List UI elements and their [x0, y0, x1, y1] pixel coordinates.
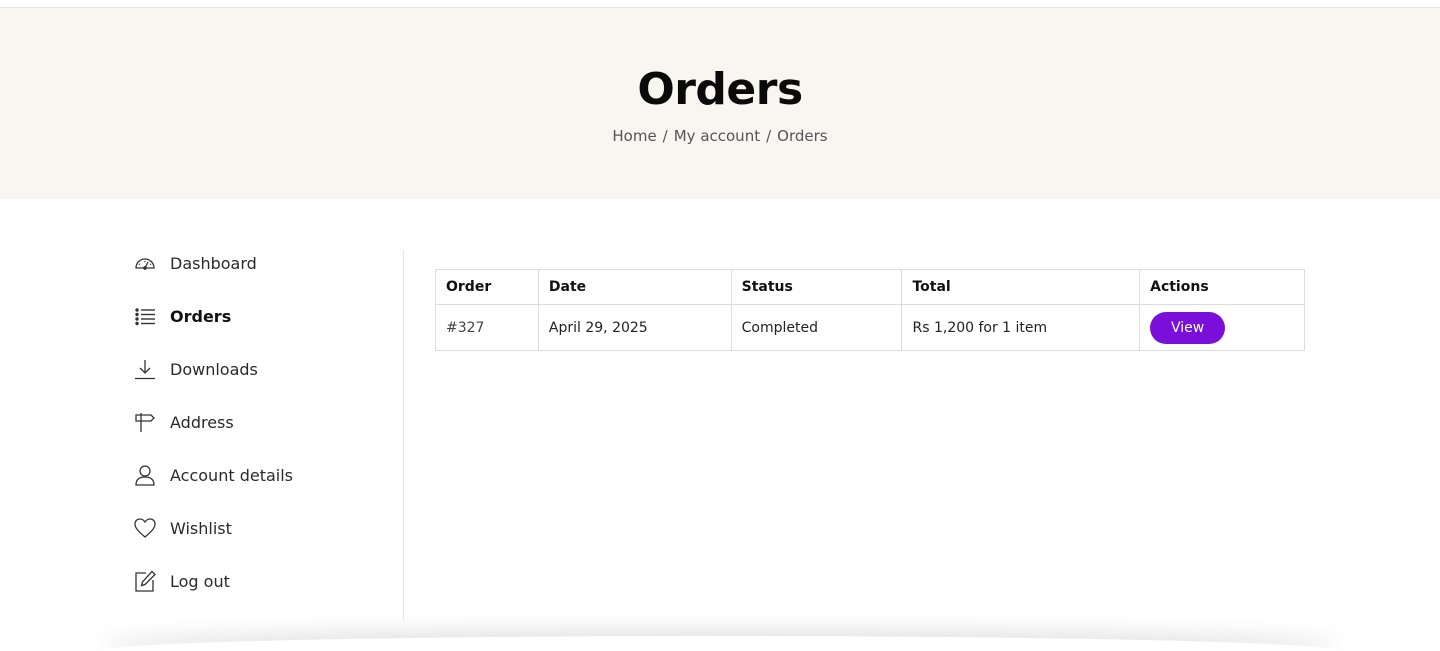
- sidebar-item-dashboard[interactable]: Dashboard: [134, 249, 257, 277]
- column-header-total: Total: [901, 269, 1141, 305]
- sidebar-item-label: Address: [170, 412, 234, 432]
- list-icon: [134, 305, 156, 327]
- sidebar-item-address[interactable]: Address: [134, 408, 234, 436]
- order-total: Rs 1,200 for 1 item: [901, 304, 1141, 351]
- breadcrumb-home[interactable]: Home: [612, 127, 656, 145]
- sidebar-item-label: Orders: [170, 306, 232, 326]
- sidebar-item-label: Log out: [170, 571, 230, 591]
- column-header-actions: Actions: [1139, 269, 1305, 305]
- view-order-button[interactable]: View: [1150, 311, 1226, 344]
- order-actions: View: [1139, 304, 1305, 351]
- top-border: [0, 0, 1440, 8]
- order-number-link[interactable]: #327: [435, 304, 539, 351]
- column-header-status: Status: [730, 269, 903, 305]
- table-row: #327 April 29, 2025 Completed Rs 1,200 f…: [435, 304, 1305, 351]
- sidebar-item-label: Dashboard: [170, 253, 257, 273]
- edit-square-icon: [134, 570, 156, 592]
- sidebar-item-label: Downloads: [170, 359, 258, 379]
- user-icon: [134, 464, 156, 486]
- column-header-date: Date: [537, 269, 732, 305]
- download-icon: [134, 358, 156, 380]
- order-date: April 29, 2025: [537, 304, 732, 351]
- signpost-icon: [134, 411, 156, 433]
- breadcrumb: Home / My account / Orders: [0, 126, 1440, 146]
- heart-icon: [134, 517, 156, 539]
- dashboard-gauge-icon: [134, 252, 156, 274]
- account-navigation: Dashboard Orders Downloads Address Accou…: [134, 250, 404, 620]
- breadcrumb-current: Orders: [777, 127, 828, 145]
- sidebar-item-account-details[interactable]: Account details: [134, 461, 293, 489]
- sidebar-item-label: Account details: [170, 465, 293, 485]
- breadcrumb-separator: /: [662, 127, 668, 145]
- breadcrumb-my-account[interactable]: My account: [674, 127, 760, 145]
- sidebar-item-downloads[interactable]: Downloads: [134, 355, 258, 383]
- sidebar-item-log-out[interactable]: Log out: [134, 567, 230, 595]
- sidebar-item-label: Wishlist: [170, 518, 232, 538]
- orders-table: Order Date Status Total Actions #327 Apr…: [435, 269, 1305, 351]
- sidebar-item-orders[interactable]: Orders: [134, 302, 231, 330]
- page-header: Orders Home / My account / Orders: [0, 8, 1440, 199]
- footer-shadow: [100, 636, 1340, 651]
- order-status: Completed: [730, 304, 903, 351]
- column-header-order: Order: [435, 269, 539, 305]
- sidebar-item-wishlist[interactable]: Wishlist: [134, 514, 232, 542]
- breadcrumb-separator: /: [766, 127, 772, 145]
- page-title: Orders: [637, 64, 803, 115]
- table-header-row: Order Date Status Total Actions: [435, 269, 1305, 305]
